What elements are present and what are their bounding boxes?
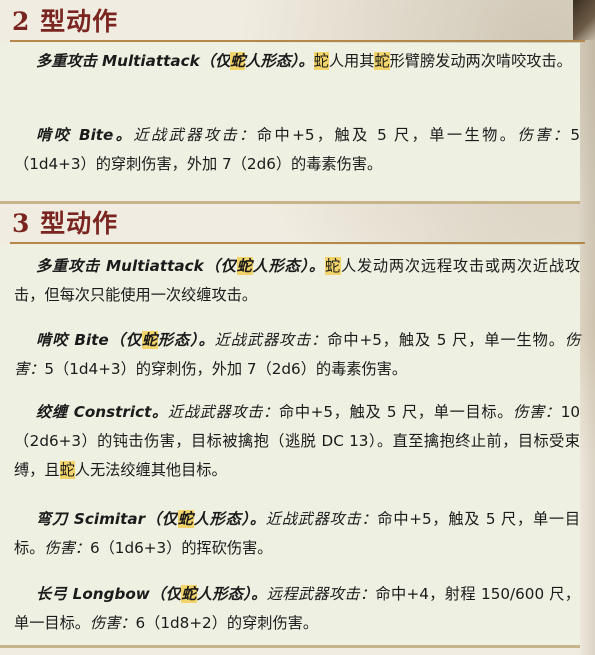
action-name: 人形态）。	[196, 585, 267, 603]
damage-label: 伤害：	[44, 539, 90, 557]
action-multiattack-type2: 多重攻击 Multiattack（仅蛇人形态）。蛇人用其蛇形臂膀发动两次啃咬攻击…	[14, 47, 580, 76]
attack-type: 近战武器攻击：	[265, 510, 378, 528]
action-multiattack-type3: 多重攻击 Multiattack（仅蛇人形态）。蛇人发动两次远程攻击或两次近战攻…	[14, 252, 580, 310]
attack-type: 近战武器攻击：	[167, 403, 279, 421]
highlight-term: 蛇	[181, 585, 197, 603]
attack-type: 远程武器攻击：	[266, 585, 376, 603]
highlight-term: 蛇	[236, 257, 253, 275]
damage-label: 伤害：	[89, 614, 136, 632]
action-name: 弯刀 Scimitar（仅	[36, 510, 178, 528]
highlight-term: 蛇	[313, 52, 329, 70]
section-rule	[10, 242, 585, 244]
action-text: 人无法绞缠其他目标。	[74, 461, 227, 479]
action-constrict-type3: 绞缠 Constrict。近战武器攻击：命中+5，触及 5 尺，单一目标。伤害：…	[14, 398, 580, 485]
section-rule	[10, 40, 585, 42]
section-title-type2-actions: 2 型动作	[12, 7, 119, 36]
action-name: 啃咬 Bite（仅	[36, 331, 142, 349]
damage-label: 伤害：	[513, 403, 561, 421]
highlight-term: 蛇	[141, 331, 158, 349]
action-bite-type3: 啃咬 Bite（仅蛇形态）。近战武器攻击：命中+5，触及 5 尺，单一生物。伤害…	[14, 326, 580, 384]
attack-type: 近战武器攻击：	[133, 126, 257, 144]
damage-label: 伤害：	[517, 126, 571, 144]
highlight-term: 蛇	[374, 52, 390, 70]
action-scimitar-type3: 弯刀 Scimitar（仅蛇人形态）。近战武器攻击：命中+5，触及 5 尺，单一…	[14, 505, 580, 563]
highlight-term: 蛇	[230, 52, 246, 70]
action-name: 绞缠 Constrict。	[36, 403, 168, 421]
action-text: 人用其	[328, 52, 375, 70]
section-title-type3-actions: 3 型动作	[12, 209, 119, 238]
action-text: 5（1d4+3）的穿刺伤，外加 7（2d6）的毒素伤害。	[44, 360, 408, 378]
highlight-term: 蛇	[59, 461, 75, 479]
action-text: 6（1d8+2）的穿刺伤害。	[135, 614, 319, 632]
action-name: 啃咬 Bite。	[36, 126, 134, 144]
action-name: 人形态）。	[193, 510, 266, 528]
action-text: 命中+5，触及 5 尺，单一生物。	[256, 126, 518, 144]
action-text: 形臂膀发动两次啃咬攻击。	[389, 52, 572, 70]
action-name: 长弓 Longbow（仅	[36, 585, 182, 603]
action-name: 形态）。	[157, 331, 215, 349]
attack-type: 近战武器攻击：	[214, 331, 328, 349]
action-text: 命中+5，触及 5 尺，单一生物。	[327, 331, 565, 349]
action-name: 人形态）。	[245, 52, 314, 70]
action-name: 多重攻击 Multiattack（仅	[36, 257, 237, 275]
action-longbow-type3: 长弓 Longbow（仅蛇人形态）。远程武器攻击：命中+4，射程 150/600…	[14, 580, 580, 638]
action-name: 人形态）。	[252, 257, 325, 275]
action-text: 6（1d6+3）的挥砍伤害。	[89, 539, 273, 557]
action-name: 多重攻击 Multiattack（仅	[36, 52, 231, 70]
highlight-term: 蛇	[324, 257, 341, 275]
action-text: 命中+5，触及 5 尺，单一目标。	[278, 403, 514, 421]
highlight-term: 蛇	[177, 510, 194, 528]
action-bite-type2: 啃咬 Bite。近战武器攻击：命中+5，触及 5 尺，单一生物。伤害：5（1d4…	[14, 121, 580, 179]
